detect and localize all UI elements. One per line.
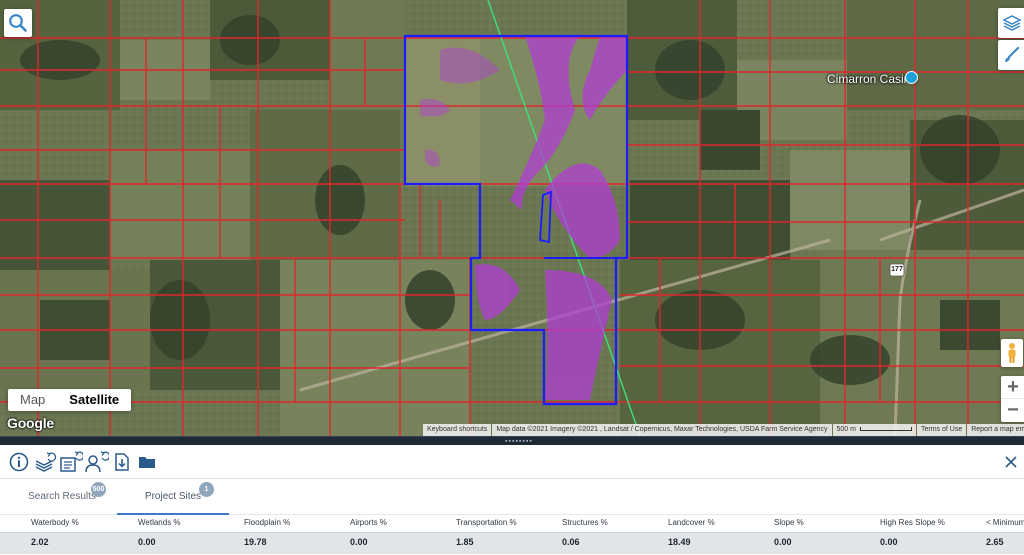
download-file-icon[interactable] [111,451,133,473]
tab-search-results[interactable]: Search Results 500 [10,479,114,515]
terms-link[interactable]: Terms of Use [916,424,967,436]
place-label: Cimarron Casino [827,72,918,86]
scale-indicator[interactable]: 500 m [832,424,916,436]
panel-toolbar [0,445,1024,479]
layers-button[interactable] [998,8,1024,38]
report-error-link[interactable]: Report a map error [967,424,1024,436]
zoom-out-button[interactable]: − [1001,399,1024,422]
brush-icon [1005,46,1020,62]
column-header[interactable]: Wetlands % [138,518,181,527]
table-cell: 0.06 [562,537,580,547]
google-logo: Google [7,415,55,431]
column-header[interactable]: Structures % [562,518,608,527]
report-refresh-icon[interactable] [59,451,83,473]
column-header[interactable]: Transportation % [456,518,517,527]
column-header[interactable]: < Minimum [986,518,1024,527]
table-cell: 0.00 [350,537,368,547]
layers-icon [1002,15,1022,31]
zoom-control: + − [1001,376,1024,422]
scale-bar [859,427,912,432]
column-header[interactable]: Slope % [774,518,804,527]
panel-tabs: Search Results 500 Project Sites 1 [0,479,1024,515]
column-header[interactable]: Waterbody % [31,518,79,527]
result-count-badge: 500 [91,482,106,497]
draw-button[interactable] [998,40,1024,70]
column-header[interactable]: High Res Slope % [880,518,945,527]
pegman-icon [1008,343,1016,363]
tab-project-sites[interactable]: Project Sites 1 [117,479,229,515]
highway-shield-label: 177 [891,266,903,273]
table-cell: 18.49 [668,537,691,547]
site-count-badge: 1 [199,482,214,497]
map-viewport[interactable]: 177 Cimarron Casino + − Map Satellite Go… [0,0,1024,436]
column-header[interactable]: Landcover % [668,518,715,527]
zoom-in-button[interactable]: + [1001,376,1024,399]
map-attribution: Keyboard shortcuts Map data ©2021 Imager… [423,424,1024,436]
map-type-map-button[interactable]: Map [8,389,58,411]
panel-splitter[interactable]: ▪▪▪▪▪▪▪▪ [0,436,1024,445]
map-type-satellite-button[interactable]: Satellite [57,389,132,411]
map-data-credit: Map data ©2021 Imagery ©2021 , Landsat /… [492,424,832,436]
map-type-control: Map Satellite [8,389,132,411]
keyboard-shortcuts-link[interactable]: Keyboard shortcuts [423,424,492,436]
table-cell: 1.85 [456,537,474,547]
table-cell: 19.78 [244,537,267,547]
column-header[interactable]: Airports % [350,518,387,527]
scale-label: 500 m [836,426,856,433]
map-search-button[interactable] [4,9,32,37]
column-header[interactable]: Floodplain % [244,518,290,527]
table-cell: 2.02 [31,537,49,547]
tab-label: Project Sites [144,491,202,502]
layers-refresh-icon[interactable] [33,451,57,473]
info-icon[interactable] [8,451,30,473]
results-panel: Search Results 500 Project Sites 1 Water… [0,445,1024,555]
table-cell: 0.00 [880,537,898,547]
satellite-imagery [0,0,1024,436]
table-cell: 2.65 [986,537,1004,547]
tab-label: Search Results [28,491,96,502]
street-view-button[interactable] [1001,339,1023,367]
splitter-grip-icon[interactable]: ▪▪▪▪▪▪▪▪ [505,438,533,445]
search-icon [9,14,27,32]
table-header: Waterbody % Wetlands % Floodplain % Airp… [0,515,1024,532]
table-cell: 0.00 [774,537,792,547]
folder-icon[interactable] [136,451,158,473]
table-cell: 0.00 [138,537,156,547]
site-results-table: Waterbody % Wetlands % Floodplain % Airp… [0,515,1024,555]
users-refresh-icon[interactable] [85,451,109,473]
close-icon [1005,456,1017,468]
place-pin-icon[interactable] [905,71,918,84]
table-row[interactable]: 2.02 0.00 19.78 0.00 1.85 0.06 18.49 0.0… [0,532,1024,554]
close-panel-button[interactable] [1002,453,1020,471]
